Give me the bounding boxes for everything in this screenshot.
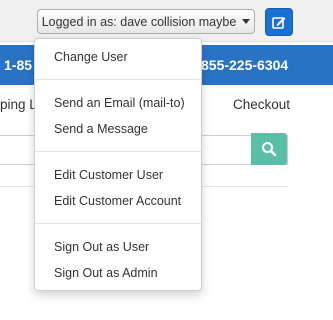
user-menu-label: Logged in as: dave collision maybe [41, 14, 237, 29]
phone-left-text: 1-85 [4, 57, 33, 73]
search-icon [262, 142, 277, 157]
nav-link-partial[interactable]: ping L [0, 97, 37, 112]
menu-item-edit-customer-user[interactable]: Edit Customer User [35, 164, 201, 186]
menu-divider [35, 79, 201, 80]
caret-down-icon [242, 19, 251, 24]
menu-item-sign-out-admin[interactable]: Sign Out as Admin [35, 262, 201, 284]
phone-right-text: 855-225-6304 [201, 57, 289, 73]
menu-divider [35, 151, 201, 152]
menu-divider [35, 223, 201, 224]
menu-item-send-email[interactable]: Send an Email (mail-to) [35, 92, 201, 114]
user-dropdown-menu: Change User Send an Email (mail-to) Send… [34, 38, 202, 291]
menu-item-sign-out-user[interactable]: Sign Out as User [35, 236, 201, 258]
checkout-link[interactable]: Checkout [233, 97, 290, 112]
menu-item-edit-customer-account[interactable]: Edit Customer Account [35, 190, 201, 212]
user-menu-toggle[interactable]: Logged in as: dave collision maybe [37, 9, 255, 34]
menu-item-change-user[interactable]: Change User [35, 46, 201, 68]
edit-button[interactable] [265, 8, 293, 36]
search-button[interactable] [251, 133, 287, 165]
top-bar: Logged in as: dave collision maybe [0, 0, 333, 42]
menu-item-send-message[interactable]: Send a Message [35, 118, 201, 140]
edit-icon [272, 17, 286, 29]
